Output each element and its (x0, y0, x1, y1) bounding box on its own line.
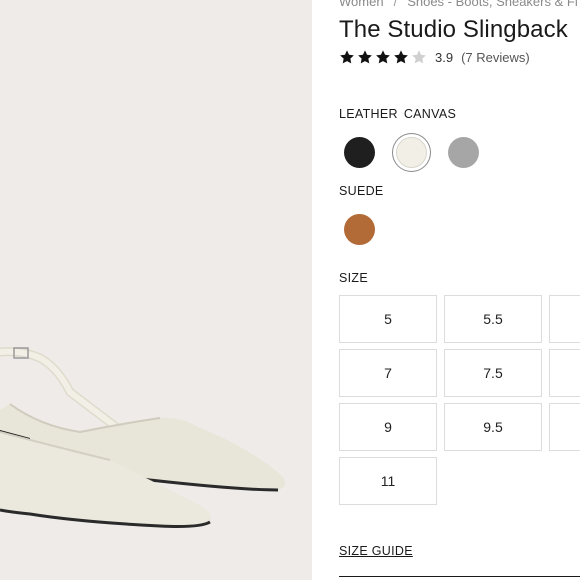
rating-value: 3.9 (435, 49, 454, 65)
size-label: SIZE (339, 271, 368, 285)
size-option[interactable]: 5.5 (444, 295, 542, 343)
product-title: The Studio Slingback (339, 16, 568, 43)
product-rating[interactable]: 3.9 (7 Reviews) (339, 49, 530, 65)
size-option[interactable]: 11 (339, 457, 437, 505)
breadcrumb-item-women[interactable]: Women (339, 0, 384, 9)
size-option[interactable]: 9 (339, 403, 437, 451)
canvas-label: CANVAS (403, 107, 457, 121)
swatch-cognac[interactable] (344, 214, 375, 245)
suede-label: SUEDE (339, 184, 384, 198)
size-option[interactable]: 7.5 (444, 349, 542, 397)
star-filled-icon (394, 50, 408, 64)
leather-label: LEATHER (339, 107, 398, 121)
reviews-link[interactable]: (7 Reviews) (461, 50, 530, 65)
product-image (0, 0, 312, 580)
star-filled-icon (376, 50, 390, 64)
size-option[interactable]: 5 (339, 295, 437, 343)
shoe-illustration (0, 347, 286, 528)
size-option-partial[interactable] (549, 349, 580, 397)
swatch-white[interactable] (396, 137, 427, 168)
size-option[interactable]: 9.5 (444, 403, 542, 451)
divider (339, 576, 580, 577)
star-filled-icon (358, 50, 372, 64)
breadcrumb: Women / Shoes - Boots, Sneakers & Fl (339, 0, 580, 9)
material-label-leather-canvas: LEATHER CANVAS (339, 107, 456, 121)
size-option-partial[interactable] (549, 403, 580, 451)
swatch-grey[interactable] (448, 137, 479, 168)
product-details-panel: Women / Shoes - Boots, Sneakers & Fl The S… (339, 0, 580, 580)
breadcrumb-separator: / (393, 0, 398, 9)
size-option[interactable]: 7 (339, 349, 437, 397)
star-filled-icon (340, 50, 354, 64)
star-empty-icon (412, 50, 426, 64)
swatch-black[interactable] (344, 137, 375, 168)
breadcrumb-item-shoes[interactable]: Shoes - Boots, Sneakers & Fl (407, 0, 578, 9)
size-option-partial[interactable] (549, 295, 580, 343)
size-guide-link[interactable]: SIZE GUIDE (339, 544, 413, 558)
